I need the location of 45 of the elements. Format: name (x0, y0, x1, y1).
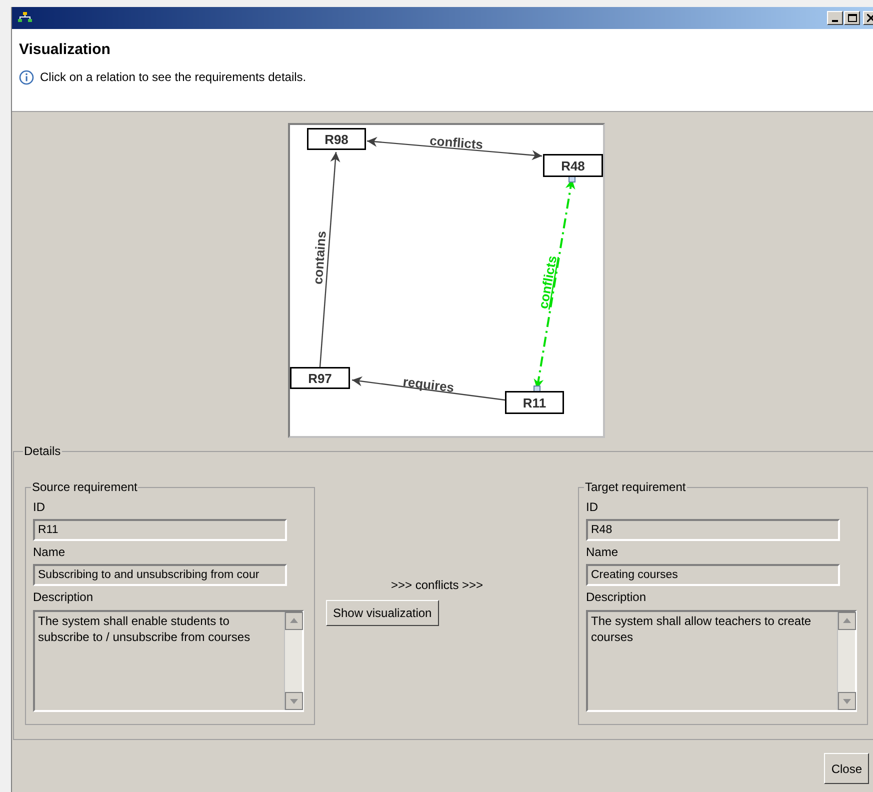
app-icon (18, 12, 32, 24)
scrollbar[interactable] (284, 612, 302, 710)
show-visualization-button[interactable]: Show visualization (326, 600, 439, 626)
relation-arrow[interactable] (366, 136, 542, 160)
id-field[interactable]: R11 (33, 519, 287, 541)
relation-label: >>> conflicts >>> (391, 577, 484, 594)
node-label: R48 (561, 158, 585, 174)
scroll-up-icon[interactable] (838, 612, 856, 630)
info-icon (19, 70, 34, 84)
group-label: Target requirement (584, 479, 687, 496)
scroll-down-icon[interactable] (838, 692, 856, 710)
requirement-node[interactable] (543, 154, 603, 177)
maximize-icon (848, 14, 856, 22)
field-label: Name (33, 545, 66, 559)
name-field[interactable]: Creating courses (586, 564, 840, 586)
field-label: Description (586, 590, 646, 604)
close-icon (867, 14, 873, 22)
requirement-node[interactable] (505, 391, 564, 414)
minimize-button[interactable] (827, 11, 843, 25)
field-label: Name (586, 545, 618, 559)
group-label: Source requirement (31, 479, 138, 496)
scroll-down-icon[interactable] (285, 692, 303, 710)
maximize-button[interactable] (844, 11, 860, 25)
node-label: R11 (522, 396, 546, 410)
relation-label[interactable]: requires (402, 374, 455, 396)
description-field[interactable]: The system shall allow teachers to create courses (586, 610, 857, 712)
node-label: R97 (308, 371, 332, 386)
id-field[interactable]: R48 (586, 519, 840, 541)
requirement-node[interactable] (290, 367, 350, 389)
field-label: ID (33, 500, 45, 514)
close-button[interactable]: Close (824, 753, 869, 784)
node-label: R98 (324, 132, 348, 147)
name-field[interactable]: Subscribing to and unsubscribing from cour (33, 564, 287, 586)
group-label: Details (23, 443, 62, 460)
requirement-node[interactable] (307, 128, 366, 150)
relation-label[interactable]: conflicts (429, 132, 484, 152)
dialog-title: Visualization (19, 41, 112, 59)
relation-arrow[interactable] (352, 376, 506, 401)
scroll-up-icon[interactable] (285, 612, 303, 630)
field-label: ID (586, 500, 598, 514)
scrollbar[interactable] (837, 612, 855, 710)
info-message: Click on a relation to see the requirements details. (40, 69, 306, 86)
field-label: Description (33, 590, 94, 604)
description-field[interactable]: The system shall enable students to subscribe to / unsubscribe from courses (33, 610, 304, 712)
relation-label[interactable]: contains (310, 230, 329, 285)
